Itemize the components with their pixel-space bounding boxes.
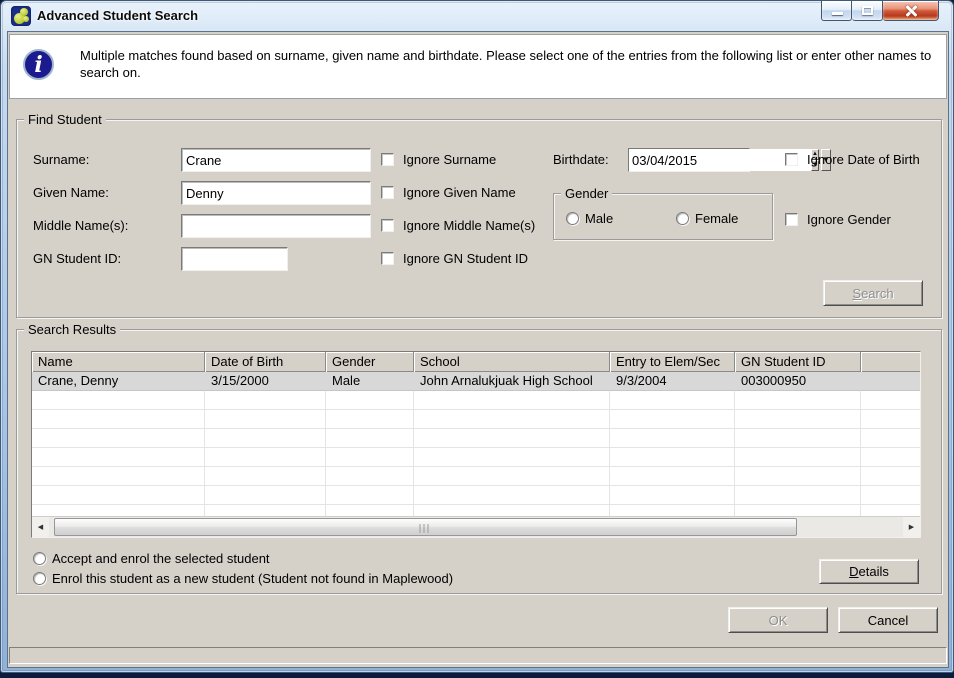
gender-male-label: Male [585,211,613,226]
scroll-left-icon: ◀ [38,524,43,531]
middle-names-label: Middle Name(s): [33,214,128,238]
maximize-icon [862,6,873,15]
dialog-client-area: i Multiple matches found based on surnam… [7,31,949,668]
results-table-body: Crane, Denny 3/15/2000 Male John Arnaluk… [32,372,920,516]
ok-button: OK [728,607,828,633]
scroll-left-button[interactable]: ◀ [32,517,49,537]
info-icon: i [23,49,54,80]
surname-label: Surname: [33,148,89,172]
search-results-group: Search Results Name Date of Birth Gender… [16,329,942,594]
column-header-date-of-birth[interactable]: Date of Birth [205,352,326,372]
titlebar[interactable]: Advanced Student Search [1,1,954,31]
ignore-gender-checkbox[interactable] [785,213,798,226]
scroll-right-button[interactable]: ▶ [903,517,920,537]
status-bar [9,647,947,664]
gender-group: Gender Male Female [553,193,773,240]
column-header-entry[interactable]: Entry to Elem/Sec [610,352,735,372]
horizontal-scrollbar[interactable]: ◀ ▶ [32,516,920,537]
table-row-selected[interactable]: Crane, Denny 3/15/2000 Male John Arnaluk… [32,372,920,391]
column-header-name[interactable]: Name [32,352,205,372]
results-table: Name Date of Birth Gender School Entry t… [31,351,921,538]
column-header-school[interactable]: School [414,352,610,372]
cancel-button[interactable]: Cancel [838,607,938,633]
search-button: Search [823,280,923,306]
ignore-gn-student-id-label: Ignore GN Student ID [403,247,528,271]
ignore-birthdate-label: Ignore Date of Birth [807,148,920,172]
table-row-empty [32,467,920,486]
gender-female-label: Female [695,211,738,226]
minimize-icon [832,12,843,15]
scrollbar-track[interactable] [49,517,903,537]
table-row-empty [32,448,920,467]
info-message: Multiple matches found based on surname,… [80,47,938,81]
birthdate-input[interactable] [629,149,811,171]
table-row-empty [32,429,920,448]
gender-female-radio[interactable] [676,212,689,225]
find-student-legend: Find Student [24,112,106,127]
column-header-spacer [861,352,920,372]
maximize-button[interactable] [852,1,883,21]
app-icon [11,6,31,26]
close-icon [905,5,917,17]
ignore-middle-names-checkbox[interactable] [381,219,394,232]
table-row-empty [32,391,920,410]
info-banner: i Multiple matches found based on surnam… [9,34,947,99]
table-row-empty [32,486,920,505]
table-row-empty [32,410,920,429]
ignore-given-name-checkbox[interactable] [381,186,394,199]
ignore-middle-names-label: Ignore Middle Name(s) [403,214,535,238]
window-title: Advanced Student Search [37,1,198,31]
ignore-gender-label: Ignore Gender [807,208,891,232]
find-student-group: Find Student Surname: Ignore Surname Giv… [16,119,942,318]
ignore-surname-label: Ignore Surname [403,148,496,172]
surname-input[interactable] [181,148,371,172]
results-table-header: Name Date of Birth Gender School Entry t… [32,352,920,372]
given-name-label: Given Name: [33,181,109,205]
gender-male-radio[interactable] [566,212,579,225]
enrol-new-student-radio[interactable] [33,572,46,585]
table-row-empty [32,505,920,516]
ignore-given-name-label: Ignore Given Name [403,181,516,205]
birthdate-label: Birthdate: [553,148,609,172]
gn-student-id-label: GN Student ID: [33,247,121,271]
ignore-gn-student-id-checkbox[interactable] [381,252,394,265]
given-name-input[interactable] [181,181,371,205]
column-header-gn-student-id[interactable]: GN Student ID [735,352,861,372]
gn-student-id-input[interactable] [181,247,288,271]
accept-enrol-label: Accept and enrol the selected student [52,551,270,566]
scroll-right-icon: ▶ [909,524,914,531]
scrollbar-thumb[interactable] [54,518,797,536]
accept-enrol-radio[interactable] [33,552,46,565]
grip-icon [420,524,431,533]
enrol-new-student-label: Enrol this student as a new student (Stu… [52,571,453,586]
birthdate-combo: ▲ ▼ ▼ [628,148,750,172]
close-button[interactable] [883,1,939,21]
search-results-legend: Search Results [24,322,120,337]
ignore-birthdate-checkbox[interactable] [785,153,798,166]
column-header-gender[interactable]: Gender [326,352,414,372]
window-controls [821,1,939,21]
middle-names-input[interactable] [181,214,371,238]
dialog-window: Advanced Student Search i Multiple match… [0,0,954,673]
minimize-button[interactable] [821,1,852,21]
details-button[interactable]: Details [819,559,919,584]
ignore-surname-checkbox[interactable] [381,153,394,166]
gender-legend: Gender [561,186,612,201]
